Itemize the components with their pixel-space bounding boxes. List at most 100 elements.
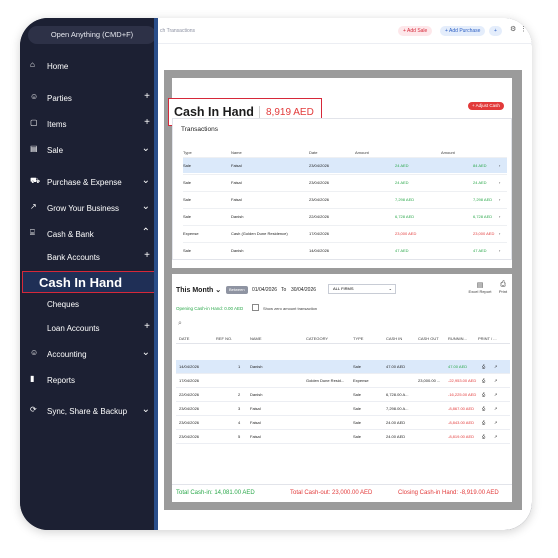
print-button[interactable]: ⎙ Print [495,281,511,294]
chevron-right-icon[interactable]: › [499,163,500,168]
sidebar-item-label: Sale [47,146,64,155]
sidebar-item-label: Sync, Share & Backup [47,407,128,416]
share-icon[interactable]: ↗ [494,392,497,397]
date-to-field[interactable]: 30/04/2026 [291,287,316,293]
sidebar-item-items[interactable]: ▢ Items + [20,114,158,136]
table-row[interactable]: 23/04/2026 4 Faisal Sale 24.00 AED -8,843.00 … [176,416,510,430]
col-cash-out[interactable]: CASH OUT [418,336,439,341]
add-purchase-button[interactable]: + Add Purchase [440,26,486,36]
col-print[interactable]: PRINT / ... [478,336,497,341]
col-name[interactable]: NAME [250,336,262,341]
adjust-cash-button[interactable]: + Adjust Cash [468,102,504,110]
cell-type: Expense [353,378,369,383]
plus-icon[interactable]: + [144,250,150,261]
settings-icon[interactable]: ⚙ [510,25,516,33]
sidebar-item-parties[interactable]: ☺ Parties + [20,88,158,110]
users-icon: ☺ [30,92,39,101]
chevron-right-icon[interactable]: › [499,231,500,236]
table-row[interactable]: Sale Danish 22/04/2026 6,728 AED 6,728 AED › [183,208,507,224]
cell-ref: 2 [238,392,241,397]
table-row[interactable]: Sale Danish 14/04/2026 47 AED 47 AED › [183,242,507,258]
col-ref[interactable]: REF NO. [216,336,232,341]
sidebar-item-cheques[interactable]: Cheques [20,294,158,316]
chevron-icon[interactable]: ⌄ [142,404,150,415]
sync-icon: ⟳ [30,405,37,414]
closing-balance: Closing Cash-in Hand: -8,919.00 AED [398,490,499,496]
chevron-right-icon[interactable]: › [499,248,500,253]
col-date[interactable]: DATE [179,336,189,341]
col-running[interactable]: RUNNIN... [448,336,467,341]
home-icon: ⌂ [30,60,35,69]
col-type[interactable]: TYPE [353,336,363,341]
table-row[interactable]: 14/04/2026 1 Danish Sale 47.00 AED 47.00 AED ⎙… [176,360,510,374]
cell-name: Faisal [231,163,242,168]
chevron-icon[interactable]: ⌄ [142,347,150,358]
col-amount-2[interactable]: Amount [441,150,455,155]
chevron-right-icon[interactable]: › [499,180,500,185]
plus-icon[interactable]: + [144,117,150,128]
firm-select[interactable]: ALL FIRMS ⌄ [328,284,396,294]
col-cash-in[interactable]: CASH IN [386,336,402,341]
col-type[interactable]: Type [183,150,192,155]
sidebar-item-purchase-expense[interactable]: ⛟ Purchase & Expense ⌄ [20,172,158,194]
search-icon[interactable]: ⌕ [178,320,182,328]
plus-icon[interactable]: + [144,91,150,102]
sidebar-item-loan-accounts[interactable]: Loan Accounts + [20,318,158,340]
table-row[interactable]: Expense Cash (Golden Dune Residence) 17/04… [183,225,507,241]
between-button[interactable]: Between [226,286,248,294]
chevron-icon[interactable]: ⌄ [142,175,150,186]
plus-icon[interactable]: + [144,321,150,332]
box-icon: ▢ [30,118,38,127]
print-icon[interactable]: ⎙ [482,392,485,397]
table-row[interactable]: 17/04/2026 Golden Dune Resid... Expense 23,… [176,374,510,388]
col-category[interactable]: CATEGORY [306,336,328,341]
print-icon[interactable]: ⎙ [482,364,485,369]
table-row[interactable]: 23/04/2026 3 Faisal Sale 7,298.00 A... -8,867… [176,402,510,416]
sidebar-item-sale[interactable]: ▤ Sale ⌄ [20,140,158,162]
cell-date: 22/04/2026 [179,392,200,397]
sidebar-item-grow-your-business[interactable]: ↗ Grow Your Business ⌄ [20,198,158,220]
search-box[interactable]: Open Anything (CMD+F) [28,26,156,44]
table-row[interactable]: 22/04/2026 2 Danish Sale 6,728.00 A... -16,22… [176,388,510,402]
table-row[interactable]: Sale Faisal 23/04/2026 24 AED 84 AED › [183,157,507,173]
sidebar-item-bank-accounts[interactable]: Bank Accounts + [20,247,158,269]
invoice-icon: ▤ [30,144,38,153]
chevron-right-icon[interactable]: › [499,197,500,202]
add-sale-button[interactable]: + Add Sale [398,26,433,36]
share-icon[interactable]: ↗ [494,434,497,439]
zero-amount-checkbox[interactable] [252,304,259,311]
excel-report-button[interactable]: ▤ Excel Report [468,281,492,294]
period-dropdown[interactable]: This Month ⌄ [176,286,221,294]
sidebar-item-sync-share-backup[interactable]: ⟳ Sync, Share & Backup ⌄ [20,401,158,423]
col-date[interactable]: Date [309,150,317,155]
share-icon[interactable]: ↗ [494,406,497,411]
print-icon[interactable]: ⎙ [482,434,485,439]
table-row[interactable]: Sale Faisal 23/04/2026 24 AED 24 AED › [183,174,507,190]
chevron-icon[interactable]: ⌄ [142,143,150,154]
sidebar-item-home[interactable]: ⌂ Home [20,56,158,78]
sidebar-item-reports[interactable]: ▮ Reports [20,370,158,392]
page-title: Cash In Hand [174,105,254,119]
table-row[interactable]: 23/04/2026 5 Faisal Sale 24.00 AED -8,819.00 … [176,430,510,444]
share-icon[interactable]: ↗ [494,378,497,383]
chevron-icon[interactable]: ⌃ [142,227,150,238]
col-name[interactable]: Name [231,150,242,155]
sidebar-item-cash-in-hand[interactable]: Cash In Hand [22,271,165,293]
add-more-button[interactable]: + [489,26,502,36]
sidebar-item-cash-bank[interactable]: ⌸ Cash & Bank ⌃ [20,224,158,246]
date-from-field[interactable]: 01/04/2026 [252,287,277,293]
print-icon[interactable]: ⎙ [482,420,485,425]
sidebar-item-accounting[interactable]: ☺ Accounting ⌄ [20,344,158,366]
chevron-icon[interactable]: ⌄ [142,201,150,212]
share-icon[interactable]: ↗ [494,364,497,369]
ledger-header: DATE REF NO. NAME CATEGORY TYPE CASH IN … [176,332,510,344]
share-icon[interactable]: ↗ [494,420,497,425]
more-icon[interactable]: ⋮ [520,25,527,33]
print-icon[interactable]: ⎙ [482,406,485,411]
table-row[interactable]: Sale Faisal 23/04/2026 7,298 AED 7,298 AED › [183,191,507,207]
cash-balance: 8,919 AED [266,107,314,118]
print-icon[interactable]: ⎙ [482,378,485,383]
col-amount[interactable]: Amount [355,150,369,155]
chevron-right-icon[interactable]: › [499,214,500,219]
accounting-icon: ☺ [30,348,39,357]
